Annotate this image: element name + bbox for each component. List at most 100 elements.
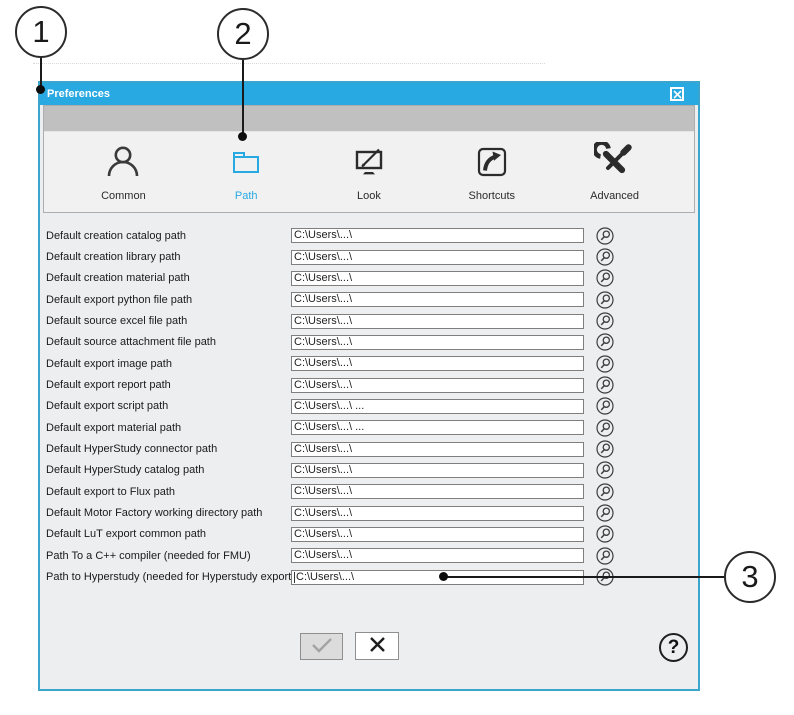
close-button[interactable] — [670, 87, 684, 101]
field-row: Default export script path C:\Users\...\… — [43, 396, 697, 417]
magnifier-icon — [596, 318, 614, 333]
field-input[interactable]: C:\Users\...\ — [291, 463, 584, 478]
magnifier-icon — [596, 467, 614, 482]
tab-label: Common — [101, 190, 146, 202]
shortcut-arrow-icon — [471, 142, 513, 185]
fields-list: Default creation catalog path C:\Users\.… — [43, 225, 697, 588]
tab-advanced[interactable]: Advanced — [560, 142, 670, 202]
field-label: Default source attachment file path — [46, 336, 291, 348]
tab-common[interactable]: Common — [68, 142, 178, 202]
browse-button[interactable] — [596, 483, 614, 501]
field-input[interactable]: C:\Users\...\ ... — [291, 399, 584, 414]
field-label: Default export to Flux path — [46, 486, 291, 498]
field-input[interactable]: C:\Users\...\ — [291, 271, 584, 286]
field-value: C:\Users\...\ — [294, 315, 352, 328]
browse-button[interactable] — [596, 312, 614, 330]
field-label: Default export report path — [46, 379, 291, 391]
magnifier-icon — [596, 531, 614, 546]
callout-number: 2 — [234, 16, 251, 52]
magnifier-icon — [596, 489, 614, 504]
browse-button[interactable] — [596, 248, 614, 266]
dialog-titlebar[interactable]: Preferences — [40, 83, 698, 105]
field-input[interactable]: C:\Users\...\ — [291, 484, 584, 499]
field-input[interactable]: C:\Users\...\ — [291, 314, 584, 329]
callout-number: 3 — [741, 559, 758, 595]
callout-dot-3 — [439, 572, 448, 581]
field-label: Default LuT export common path — [46, 528, 291, 540]
magnifier-icon — [596, 361, 614, 376]
browse-button[interactable] — [596, 461, 614, 479]
field-row: Path To a C++ compiler (needed for FMU) … — [43, 545, 697, 566]
browse-button[interactable] — [596, 227, 614, 245]
browse-button[interactable] — [596, 419, 614, 437]
close-icon — [673, 87, 682, 102]
field-label: Default creation library path — [46, 251, 291, 263]
field-input[interactable]: C:\Users\...\ — [291, 335, 584, 350]
field-value: C:\Users\...\ — [294, 229, 352, 242]
browse-button[interactable] — [596, 525, 614, 543]
field-row: Default export material path C:\Users\..… — [43, 417, 697, 438]
field-row: Default LuT export common path C:\Users\… — [43, 524, 697, 545]
field-row: Default export python file path C:\Users… — [43, 289, 697, 310]
magnifier-icon — [596, 254, 614, 269]
field-input[interactable]: C:\Users\...\ — [291, 527, 584, 542]
field-label: Default export image path — [46, 358, 291, 370]
field-value: C:\Users\...\ — [294, 443, 352, 456]
field-input[interactable]: C:\Users\...\ — [291, 228, 584, 243]
toolbar-grayband — [44, 106, 694, 132]
browse-button[interactable] — [596, 355, 614, 373]
field-row: Default export report path C:\Users\...\ — [43, 374, 697, 395]
browse-button[interactable] — [596, 504, 614, 522]
person-icon — [102, 142, 144, 185]
magnifier-icon — [596, 553, 614, 568]
toolbar-panel: Common Path — [43, 105, 695, 213]
field-input[interactable]: C:\Users\...\ — [291, 356, 584, 371]
callout-line-3 — [446, 576, 724, 578]
field-input[interactable]: C:\Users\...\ — [291, 378, 584, 393]
field-label: Default creation catalog path — [46, 230, 291, 242]
browse-button[interactable] — [596, 269, 614, 287]
magnifier-icon — [596, 425, 614, 440]
help-button[interactable]: ? — [659, 633, 688, 662]
tab-shortcuts[interactable]: Shortcuts — [437, 142, 547, 202]
browse-button[interactable] — [596, 333, 614, 351]
field-input[interactable]: C:\Users\...\ — [291, 548, 584, 563]
field-input[interactable]: C:\Users\...\ — [291, 442, 584, 457]
field-input[interactable]: C:\Users\...\ — [291, 292, 584, 307]
field-value: C:\Users\...\ — [294, 251, 352, 264]
browse-button[interactable] — [596, 376, 614, 394]
field-label: Path To a C++ compiler (needed for FMU) — [46, 550, 291, 562]
field-row: Default source excel file path C:\Users\… — [43, 310, 697, 331]
field-label: Default creation material path — [46, 272, 291, 284]
field-input[interactable]: C:\Users\...\ — [291, 506, 584, 521]
magnifier-icon — [596, 339, 614, 354]
field-value: C:\Users\...\ — [294, 272, 352, 285]
field-label: Default Motor Factory working directory … — [46, 507, 291, 519]
field-row: Default Motor Factory working directory … — [43, 502, 697, 523]
faint-dotted-line — [33, 63, 545, 64]
field-input[interactable]: C:\Users\...\ ... — [291, 420, 584, 435]
cancel-button[interactable] — [355, 632, 399, 660]
tab-label: Look — [357, 190, 381, 202]
magnifier-icon — [596, 510, 614, 525]
check-icon — [311, 637, 333, 656]
browse-button[interactable] — [596, 397, 614, 415]
ok-button[interactable] — [300, 633, 343, 660]
help-icon: ? — [668, 638, 680, 657]
browse-button[interactable] — [596, 440, 614, 458]
tab-label: Advanced — [590, 190, 639, 202]
field-input[interactable]: C:\Users\...\ — [291, 250, 584, 265]
tab-path[interactable]: Path — [191, 142, 301, 202]
field-row: Default creation catalog path C:\Users\.… — [43, 225, 697, 246]
x-icon — [369, 636, 386, 656]
browse-button[interactable] — [596, 547, 614, 565]
tab-label: Path — [235, 190, 258, 202]
text-cursor — [294, 572, 295, 583]
field-value: C:\Users\...\ — [294, 336, 352, 349]
magnifier-icon — [596, 297, 614, 312]
field-label: Default HyperStudy connector path — [46, 443, 291, 455]
browse-button[interactable] — [596, 291, 614, 309]
field-value: C:\Users\...\ — [294, 485, 352, 498]
tabs-row: Common Path — [44, 132, 694, 212]
tab-look[interactable]: Look — [314, 142, 424, 202]
